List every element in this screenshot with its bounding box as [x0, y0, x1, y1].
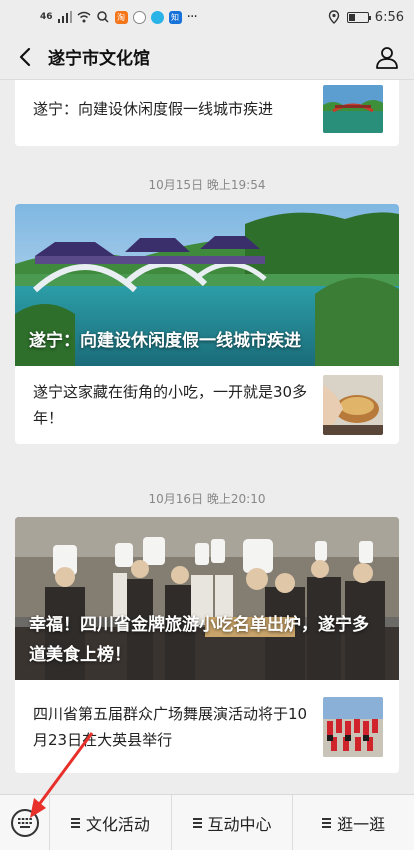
clock: 6:56: [374, 9, 404, 25]
hero-article[interactable]: 幸福！四川省金牌旅游小吃名单出炉，遂宁多道美食上榜！: [15, 517, 399, 680]
hero-title: 幸福！四川省金牌旅游小吃名单出炉，遂宁多道美食上榜！: [29, 615, 369, 665]
more-notifications-icon: ···: [186, 9, 198, 25]
network-type: 46: [40, 12, 53, 22]
taobao-app-icon: 淘: [114, 10, 128, 24]
cloud-app-icon: [150, 10, 164, 24]
menu-button-interaction-center[interactable]: 互动中心: [172, 794, 294, 850]
article-title: 四川省第五届群众广场舞展演活动将于10月23日在大英县举行: [33, 704, 308, 749]
status-left: 46 淘 知 ···: [40, 9, 198, 25]
list-item[interactable]: 遂宁：向建设休闲度假一线城市疾进: [15, 80, 399, 146]
menu-label: 逛一逛: [337, 814, 386, 834]
hero-article[interactable]: 遂宁：向建设休闲度假一线城市疾进: [15, 204, 399, 366]
page-title: 遂宁市文化馆: [48, 49, 150, 69]
status-right: 6:56: [327, 10, 404, 25]
user-icon: [376, 46, 398, 69]
article-thumbnail: [323, 85, 383, 133]
wifi-icon: [77, 11, 91, 23]
article-title: 遂宁：向建设休闲度假一线城市疾进: [33, 100, 274, 118]
article-title: 遂宁这家藏在街角的小吃，一开就是30多年！: [33, 383, 308, 427]
menu-button-culture-activities[interactable]: 文化活动: [50, 794, 172, 850]
menu-icon: [322, 817, 332, 828]
list-item[interactable]: 遂宁这家藏在街角的小吃，一开就是30多年！: [15, 366, 399, 444]
back-button[interactable]: [12, 42, 38, 72]
hero-title: 遂宁：向建设休闲度假一线城市疾进: [29, 331, 301, 351]
menu-label: 互动中心: [207, 814, 272, 834]
bottom-menu: 文化活动 互动中心 逛一逛: [0, 794, 414, 850]
status-bar: 46 淘 知 ··· 6:56: [0, 0, 414, 34]
timestamp: 10月15日 晚上19:54: [148, 178, 266, 192]
article-card: 遂宁：向建设休闲度假一线城市疾进 遂宁这家藏在街角的小吃，一开就是30多年！: [15, 204, 399, 444]
timestamp: 10月16日 晚上20:10: [148, 492, 266, 506]
profile-button[interactable]: [372, 42, 402, 72]
zhihu-app-icon: 知: [168, 10, 182, 24]
keyboard-icon: [10, 808, 39, 837]
menu-icon: [70, 817, 80, 828]
nav-bar: 遂宁市文化馆: [0, 34, 414, 80]
chevron-left-icon: [19, 47, 31, 66]
location-icon: [328, 10, 339, 24]
app-icon: [132, 10, 146, 24]
menu-icon: [192, 817, 202, 828]
list-item[interactable]: 四川省第五届群众广场舞展演活动将于10月23日在大英县举行: [15, 680, 399, 773]
battery-level: [348, 13, 356, 21]
message-feed: 遂宁：向建设休闲度假一线城市疾进 10月15日 晚上19:54 遂宁：向建设休闲…: [0, 80, 414, 794]
article-thumbnail: [323, 696, 383, 757]
article-card: 幸福！四川省金牌旅游小吃名单出炉，遂宁多道美食上榜！ 四川省第五届群众广场舞展演…: [15, 517, 399, 773]
keyboard-toggle-button[interactable]: [0, 794, 50, 850]
battery-icon: [346, 11, 371, 23]
search-icon: [96, 11, 109, 23]
menu-button-browse[interactable]: 逛一逛: [293, 795, 414, 850]
signal-icon: [57, 11, 72, 23]
article-thumbnail: [323, 375, 383, 435]
article-card-partial[interactable]: 遂宁：向建设休闲度假一线城市疾进: [15, 80, 399, 146]
menu-label: 文化活动: [85, 814, 150, 834]
